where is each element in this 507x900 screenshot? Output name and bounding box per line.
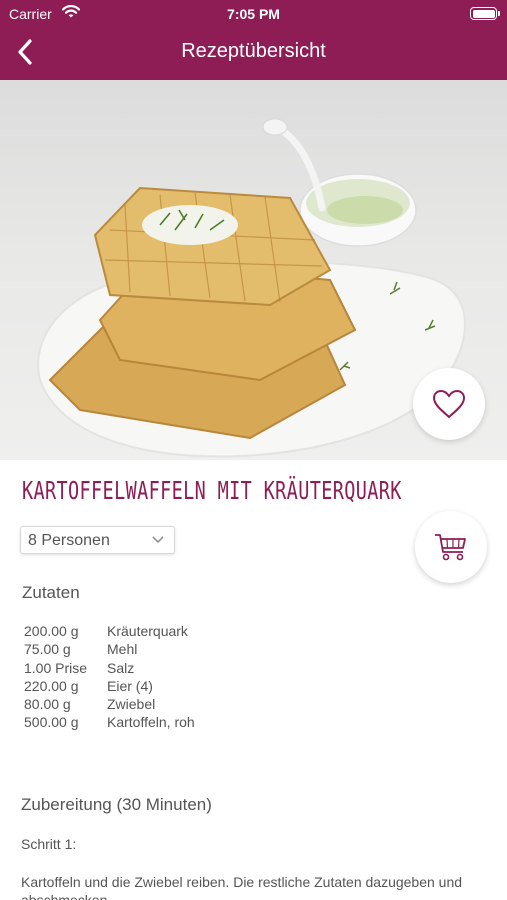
ingredient-name: Kräuterquark (107, 623, 188, 639)
recipe-title: KARTOFFELWAFFELN MIT KRÄUTERQUARK (22, 476, 402, 505)
ingredient-row: 80.00 g Zwiebel (24, 696, 324, 714)
battery-icon (470, 7, 500, 20)
status-time: 7:05 PM (227, 6, 280, 22)
status-bar: Carrier 7:05 PM (0, 0, 507, 28)
chevron-down-icon (152, 536, 164, 544)
ingredient-name: Kartoffeln, roh (107, 714, 195, 731)
ingredient-row: 220.00 g Eier (4) (24, 678, 324, 696)
ingredient-amount: 200.00 g (24, 623, 79, 639)
app-header: Carrier 7:05 PM Rezeptübersicht (0, 0, 507, 80)
ingredient-name: Zwiebel (107, 696, 156, 713)
persons-select-value: 8 Personen (28, 532, 110, 549)
ingredients-heading: Zutaten (22, 583, 80, 602)
ingredient-row: 500.00 g Kartoffeln, roh (24, 714, 324, 732)
page-title: Rezeptübersicht (181, 40, 326, 62)
shopping-cart-icon (435, 534, 466, 561)
heart-icon (432, 389, 466, 419)
ingredient-name: Salz (107, 659, 135, 676)
step-label: Schritt 1: (21, 836, 77, 852)
ingredient-amount: 80.00 g (24, 696, 71, 713)
persons-select[interactable]: 8 Personen (20, 526, 175, 554)
ingredients-list: 200.00 g Kräuterquark 75.00 g Mehl 1.00 … (24, 623, 324, 733)
ingredient-amount: 220.00 g (24, 677, 79, 694)
ingredient-amount: 1.00 Prise (24, 659, 88, 676)
ingredient-row: 200.00 g Kräuterquark (24, 623, 324, 641)
ingredient-name: Mehl (107, 641, 138, 658)
step-text: Kartoffeln und die Zwiebel reiben. Die r… (21, 874, 463, 900)
favorite-button[interactable] (413, 368, 485, 440)
ingredient-name: Eier (4) (107, 677, 153, 694)
ingredient-row: 75.00 g Mehl (24, 641, 324, 659)
ingredient-amount: 75.00 g (24, 641, 71, 658)
preparation-heading: Zubereitung (30 Minuten) (21, 795, 212, 814)
ingredient-row: 1.00 Prise Salz (24, 660, 324, 678)
ingredient-amount: 500.00 g (24, 714, 79, 731)
add-to-cart-button[interactable] (415, 511, 487, 583)
